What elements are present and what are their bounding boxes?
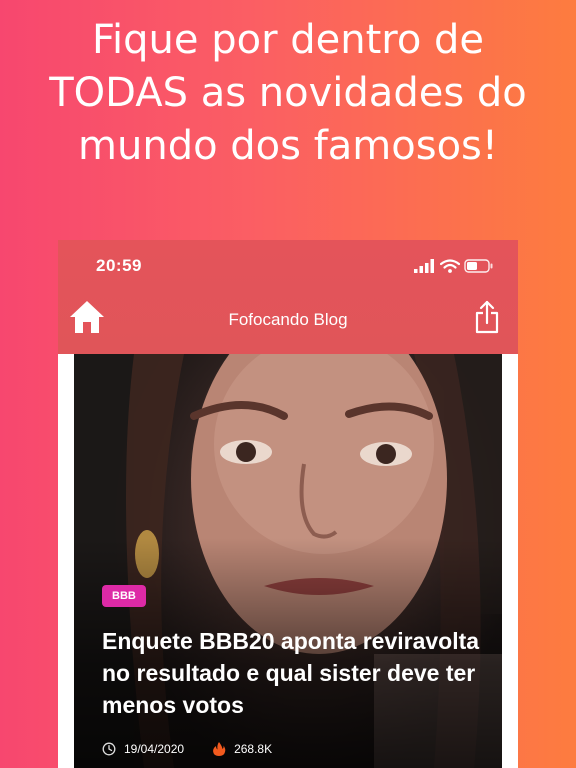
article-title[interactable]: Enquete BBB20 aponta reviravolta no resu… <box>102 625 492 721</box>
promo-headline: Fique por dentro de TODAS as novidades d… <box>0 14 576 173</box>
promo-line-1: Fique por dentro de <box>91 17 485 63</box>
share-icon[interactable] <box>474 300 500 334</box>
app-title: Fofocando Blog <box>228 310 348 329</box>
fire-icon <box>213 742 226 756</box>
app-header: 20:59 Fofocando Blog <box>58 240 518 354</box>
promo-line-3: mundo dos famosos! <box>78 123 498 169</box>
battery-icon <box>464 259 493 273</box>
article-card[interactable]: BBB Enquete BBB20 aponta reviravolta no … <box>74 354 502 768</box>
signal-icon <box>414 259 434 273</box>
status-time: 20:59 <box>96 256 142 275</box>
article-views: 268.8K <box>234 742 273 756</box>
article-meta: 19/04/2020 268.8K <box>102 740 272 758</box>
article-date: 19/04/2020 <box>124 742 185 756</box>
category-badge[interactable]: BBB <box>102 585 146 607</box>
promo-line-2: TODAS as novidades do <box>49 70 527 116</box>
wifi-icon <box>440 259 460 273</box>
phone-screen: 20:59 Fofocando Blog BBB Enquete BBB20 a… <box>58 240 518 768</box>
status-icons <box>398 257 518 275</box>
clock-icon <box>102 742 116 756</box>
